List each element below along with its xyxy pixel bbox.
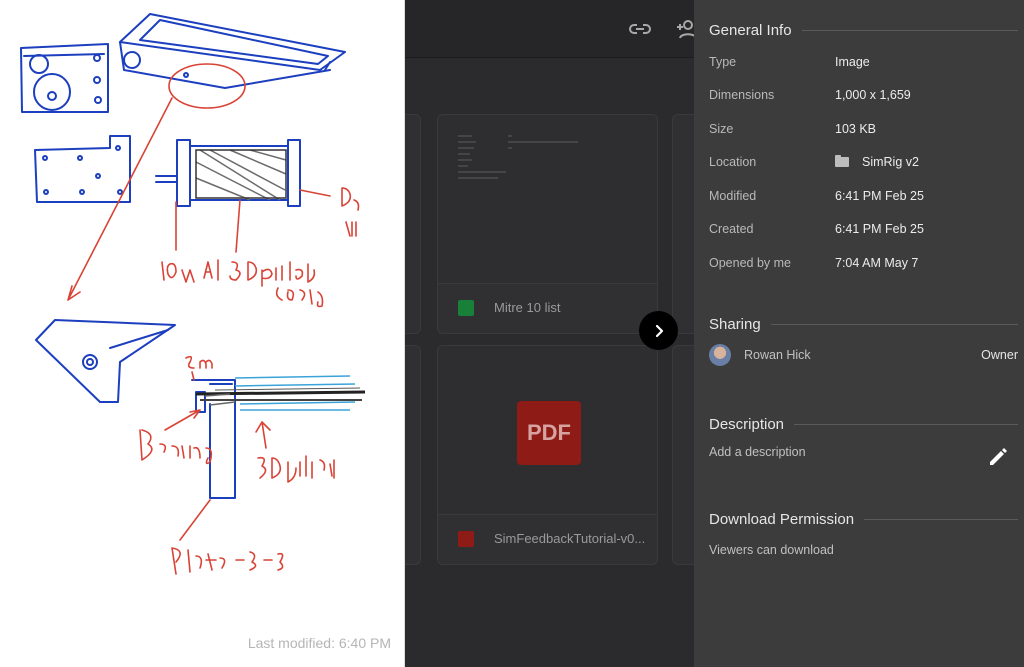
section-divider xyxy=(801,30,1018,31)
info-row-opened-by-me: Opened by me 7:04 AM May 7 xyxy=(709,256,1014,276)
avatar xyxy=(709,344,731,366)
chevron-right-icon xyxy=(655,324,663,337)
info-row-dimensions: Dimensions 1,000 x 1,659 xyxy=(709,88,1014,108)
sharing-header: Sharing xyxy=(709,316,1018,333)
file-card[interactable] xyxy=(672,114,694,334)
pencil-icon xyxy=(990,448,1007,465)
section-divider xyxy=(770,324,1018,325)
info-value: 6:41 PM Feb 25 xyxy=(835,189,924,203)
info-value: 6:41 PM Feb 25 xyxy=(835,222,924,236)
info-row-size: Size 103 KB xyxy=(709,122,1014,142)
download-permission-value: Viewers can download xyxy=(709,543,834,557)
sharing-title: Sharing xyxy=(709,316,761,333)
next-file-button[interactable] xyxy=(639,311,678,350)
file-card-mitre-10-list[interactable]: Mitre 10 list xyxy=(437,114,658,334)
info-key: Size xyxy=(709,122,734,136)
file-card-simfeedback-tutorial[interactable]: PDF SimFeedbackTutorial-v0... xyxy=(437,345,658,565)
info-value[interactable]: SimRig v2 xyxy=(862,155,919,169)
sheets-icon xyxy=(458,300,474,316)
edit-description-button[interactable] xyxy=(987,445,1009,467)
download-permission-title: Download Permission xyxy=(709,511,855,528)
info-value: 7:04 AM May 7 xyxy=(835,256,919,270)
pdf-thumb-icon: PDF xyxy=(517,401,581,465)
card-title: SimFeedbackTutorial-v0... xyxy=(494,531,646,546)
sketch-image xyxy=(20,13,366,575)
card-footer: Mitre 10 list xyxy=(438,283,657,333)
details-panel: General Info Type Image Dimensions 1,000… xyxy=(694,0,1024,667)
info-row-created: Created 6:41 PM Feb 25 xyxy=(709,222,1014,242)
info-value: 103 KB xyxy=(835,122,877,136)
section-divider xyxy=(794,424,1018,425)
description-title: Description xyxy=(709,416,785,433)
info-value: 1,000 x 1,659 xyxy=(835,88,911,102)
info-key: Opened by me xyxy=(709,256,791,270)
info-value: Image xyxy=(835,55,870,69)
card-footer: SimFeedbackTutorial-v0... xyxy=(438,514,657,564)
download-permission-header: Download Permission xyxy=(709,511,1018,528)
description-input[interactable]: Add a description xyxy=(709,445,806,459)
info-row-modified: Modified 6:41 PM Feb 25 xyxy=(709,189,1014,209)
general-info-header: General Info xyxy=(709,22,1018,39)
pdf-icon xyxy=(458,531,474,547)
card-title: Mitre 10 list xyxy=(494,300,561,315)
section-divider xyxy=(864,519,1018,520)
sharing-role: Owner xyxy=(981,348,1018,362)
general-info-title: General Info xyxy=(709,22,792,39)
info-key: Created xyxy=(709,222,754,236)
link-icon[interactable] xyxy=(628,18,652,40)
info-row-type: Type Image xyxy=(709,55,1014,75)
info-key: Location xyxy=(709,155,757,169)
add-person-icon[interactable] xyxy=(674,18,694,40)
info-row-location: Location SimRig v2 xyxy=(709,155,1014,175)
info-key: Modified xyxy=(709,189,757,203)
sharing-user-name: Rowan Hick xyxy=(744,348,811,362)
description-header: Description xyxy=(709,416,1018,433)
image-preview: Last modified: 6:40 PM xyxy=(0,0,405,667)
card-thumbnail xyxy=(438,115,657,283)
info-key: Dimensions xyxy=(709,88,775,102)
folder-icon xyxy=(835,155,849,167)
file-card[interactable] xyxy=(672,345,694,565)
info-key: Type xyxy=(709,55,737,69)
last-modified-label: Last modified: 6:40 PM xyxy=(247,635,391,651)
location-link[interactable]: SimRig v2 xyxy=(835,155,919,169)
card-thumbnail: PDF xyxy=(438,346,657,514)
